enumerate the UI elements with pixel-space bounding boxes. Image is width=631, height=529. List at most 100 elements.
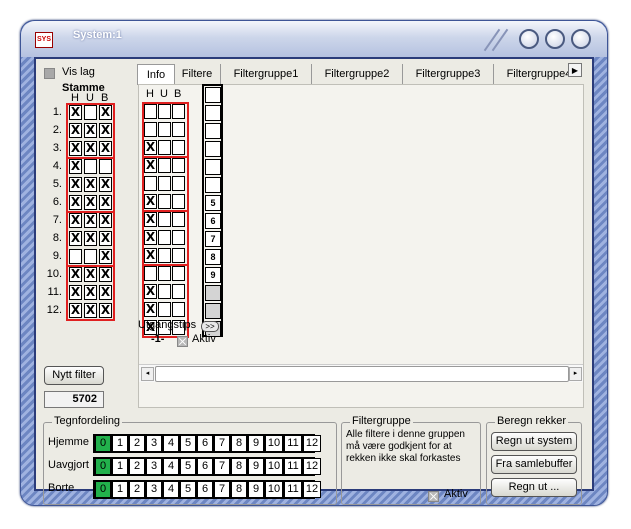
tegn-cell[interactable]: 12 [303,481,321,498]
tegn-cell[interactable]: 10 [265,435,283,452]
tegn-cell[interactable]: 7 [214,458,230,475]
group-border [66,265,115,321]
beregn-rekker-title: Beregn rekker [495,415,569,427]
tegn-cell[interactable]: 3 [146,435,162,452]
tegn-cell[interactable]: 11 [284,458,302,475]
expand-button[interactable]: >> [201,321,219,332]
tegn-cell[interactable]: 2 [129,458,145,475]
filter-number-box[interactable] [205,141,221,157]
group-border [66,103,115,159]
group-border [142,156,189,212]
tegn-cell[interactable]: 6 [197,435,213,452]
tegnfordeling-group: Tegnfordeling Hjemme 0 1 2 3 4 5 6 7 8 9 10 11 12 Uavg… [43,415,337,505]
tegn-cell[interactable]: 8 [231,435,247,452]
tegn-cell[interactable]: 2 [129,481,145,498]
filter-number-box[interactable] [205,87,221,103]
app-icon: SYS [35,32,53,48]
tegn-cell[interactable]: 5 [180,435,196,452]
filter-number-box[interactable] [205,159,221,175]
count-display: 5702 [44,391,104,408]
aktiv-checkbox[interactable] [177,335,188,347]
filtergruppe-aktiv-checkbox[interactable] [428,490,439,502]
tab-filtergruppe1[interactable]: Filtergruppe1 [221,64,312,84]
tegn-cell[interactable]: 0 [95,435,111,452]
close-button[interactable] [571,29,591,49]
tegn-cell[interactable]: 11 [284,481,302,498]
tegn-cell[interactable]: 7 [214,435,230,452]
tegn-cell[interactable]: 7 [214,481,230,498]
regn-ut-dialog-button[interactable]: Regn ut ... [491,478,577,497]
row-number: 9. [52,250,62,262]
checkbox-box[interactable] [44,68,55,79]
window-title: System:1 [73,29,122,41]
tegn-cell[interactable]: 9 [248,435,264,452]
tegn-cell[interactable]: 9 [248,481,264,498]
tegn-cell[interactable]: 5 [180,458,196,475]
title-bar[interactable]: SYS System:1 [21,21,607,57]
column-header: U [160,88,168,100]
tab-filtergruppe2[interactable]: Filtergruppe2 [312,64,403,84]
tab-scroll-right-button[interactable]: ▶ [568,63,582,77]
filter-number-box[interactable] [205,303,221,319]
tegn-cell[interactable]: 2 [129,435,145,452]
tegn-row-label: Borte [48,482,75,494]
nytt-filter-button[interactable]: Nytt filter [44,366,104,385]
filter-number-box[interactable] [205,105,221,121]
tab-filtere[interactable]: Filtere [174,64,221,84]
column-header: B [174,88,182,100]
tegn-cell[interactable]: 1 [112,458,128,475]
tegn-cell[interactable]: 4 [163,458,179,475]
row-number: 2. [52,124,62,136]
tegn-row: 0 1 2 3 4 5 6 7 8 9 10 11 12 [93,457,321,476]
filter-number-box[interactable] [205,123,221,139]
row-number: 5. [52,178,62,190]
tegn-cell[interactable]: 10 [265,481,283,498]
tegn-cell[interactable]: 10 [265,458,283,475]
scroll-right-icon[interactable]: ▸ [569,367,582,381]
filter-number-box[interactable]: 6 [205,213,221,229]
tegn-cell[interactable]: 1 [112,481,128,498]
tegn-cell[interactable]: 11 [284,435,302,452]
tegn-cell[interactable]: 6 [197,458,213,475]
tegn-cell[interactable]: 8 [231,481,247,498]
tegn-row: 0 1 2 3 4 5 6 7 8 9 10 11 12 [93,480,321,499]
tegn-cell[interactable]: 4 [163,481,179,498]
regn-ut-system-button[interactable]: Regn ut system [491,432,577,451]
tegn-cell[interactable]: 1 [112,435,128,452]
tab-info[interactable]: Info [137,64,175,85]
tegn-cell[interactable]: 5 [180,481,196,498]
beregn-rekker-group: Beregn rekker Regn ut system Fra samlebu… [486,415,582,505]
filter-number-box[interactable]: 5 [205,195,221,211]
horizontal-scrollbar[interactable]: ◂ ▸ [139,364,583,382]
filter-number-box[interactable] [205,177,221,193]
tegn-cell[interactable]: 9 [248,458,264,475]
scroll-left-icon[interactable]: ◂ [141,367,154,381]
filter-index-label: -1- [151,333,165,345]
tegn-cell[interactable]: 0 [95,458,111,475]
tegn-cell[interactable]: 12 [303,435,321,452]
row-number: 8. [52,232,62,244]
aktiv-label: Aktiv [192,333,216,345]
tegn-cell[interactable]: 3 [146,458,162,475]
tegn-cell[interactable]: 0 [95,481,111,498]
tegn-cell[interactable]: 12 [303,458,321,475]
filter-number-box[interactable]: 7 [205,231,221,247]
maximize-button[interactable] [545,29,565,49]
group-border [66,157,115,213]
app-window: SYS System:1 Vis lag Stamme HUB 1. X X 2. X X… [20,20,608,506]
filter-panel: HUB XXX5X6X7X89XXX Utgangstips >> -1- Ak… [138,84,584,408]
tegn-cell[interactable]: 6 [197,481,213,498]
minimize-button[interactable] [519,29,539,49]
fra-samlebuffer-button[interactable]: Fra samlebuffer [491,455,577,474]
tegn-cell[interactable]: 4 [163,435,179,452]
tegnfordeling-title: Tegnfordeling [52,415,123,427]
scrollbar-thumb[interactable] [155,366,569,382]
row-number: 12. [46,304,62,316]
filter-number-box[interactable]: 9 [205,267,221,283]
tab-filtergruppe3[interactable]: Filtergruppe3 [403,64,494,84]
tegn-cell[interactable]: 3 [146,481,162,498]
filter-number-box[interactable] [205,285,221,301]
tegn-cell[interactable]: 8 [231,458,247,475]
tegn-row-label: Hjemme [48,436,89,448]
filter-number-box[interactable]: 8 [205,249,221,265]
